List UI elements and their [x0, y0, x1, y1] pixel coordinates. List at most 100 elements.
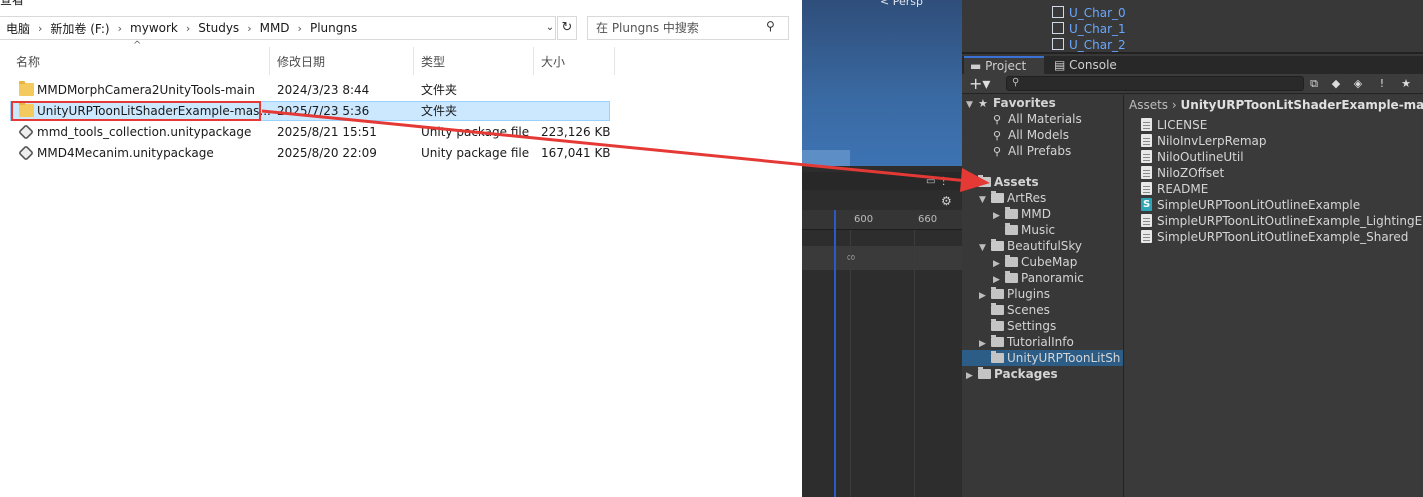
timeline-playhead[interactable]: [834, 210, 836, 497]
column-divider[interactable]: [413, 47, 414, 75]
file-row[interactable]: MMDMorphCamera2UnityTools-main 2024/3/23…: [10, 80, 610, 100]
hierarchy-item[interactable]: U_Char_0: [1052, 5, 1126, 21]
breadcrumb-drive[interactable]: 新加卷 (F:): [44, 20, 115, 37]
tree-all-models[interactable]: ⚲ All Models: [993, 127, 1069, 143]
file-date: 2024/3/23 8:44: [277, 83, 370, 97]
add-create-button[interactable]: +▾: [969, 74, 990, 94]
tree-mmd[interactable]: ▶ MMD: [993, 206, 1051, 222]
unity-package-icon: [18, 124, 34, 140]
chevron-right-icon: ›: [247, 21, 252, 35]
collapse-arrow-icon[interactable]: ▶: [993, 208, 1005, 224]
project-search-input[interactable]: [1006, 76, 1304, 91]
favorite-star-icon[interactable]: ★: [1398, 76, 1414, 92]
text-file-icon: [1141, 118, 1152, 131]
asset-item[interactable]: README: [1141, 181, 1208, 197]
asset-item[interactable]: S SimpleURPToonLitOutlineExample: [1141, 197, 1360, 213]
column-divider[interactable]: [533, 47, 534, 75]
grid-line: [850, 230, 851, 497]
column-header-size[interactable]: 大小: [541, 52, 565, 72]
tree-favorites[interactable]: ▼ ★ Favorites: [966, 95, 1056, 111]
screenshot-root: 查看 电脑 › 新加卷 (F:) › mywork › Studys › MMD…: [0, 0, 1423, 497]
tab-project[interactable]: ▬ Project: [964, 56, 1044, 74]
column-divider[interactable]: [614, 47, 615, 75]
breadcrumb-current-folder[interactable]: UnityURPToonLitShaderExample-master: [1181, 98, 1423, 112]
tree-music[interactable]: Music: [1005, 222, 1055, 238]
chevron-right-icon: ›: [185, 21, 191, 35]
hierarchy-item[interactable]: U_Char_2: [1052, 37, 1126, 53]
column-divider[interactable]: [269, 47, 270, 75]
tree-beautifulsky[interactable]: ▼ BeautifulSky: [979, 238, 1082, 254]
breadcrumb-pc[interactable]: 电脑: [0, 20, 36, 37]
expand-arrow-icon[interactable]: ▼: [979, 192, 991, 208]
tree-all-prefabs[interactable]: ⚲ All Prefabs: [993, 143, 1071, 159]
search-by-type-icon[interactable]: ⧉: [1306, 76, 1322, 92]
file-name: MMDMorphCamera2UnityTools-main: [37, 83, 255, 97]
tab-console[interactable]: ▤ Console: [1048, 56, 1128, 74]
hierarchy-item[interactable]: U_Char_1: [1052, 21, 1126, 37]
menu-view-cut[interactable]: 查看: [0, 0, 24, 8]
folder-open-icon: [991, 191, 1004, 203]
collapse-arrow-icon[interactable]: ▶: [966, 368, 978, 384]
warning-icon[interactable]: !: [1374, 76, 1390, 92]
sort-ascending-icon: ^: [133, 40, 142, 51]
tree-artres[interactable]: ▼ ArtRes: [979, 190, 1046, 206]
file-date: 2025/8/20 22:09: [277, 146, 377, 160]
refresh-icon[interactable]: ↻: [557, 16, 577, 40]
address-bar[interactable]: 电脑 › 新加卷 (F:) › mywork › Studys › MMD › …: [0, 16, 556, 40]
text-file-icon: [1141, 134, 1152, 147]
timeline-ruler[interactable]: [802, 210, 962, 230]
tree-packages[interactable]: ▶ Packages: [966, 366, 1058, 382]
tree-selected-folder[interactable]: UnityURPToonLitSh: [962, 350, 1123, 366]
address-dropdown-icon[interactable]: ⌄: [543, 18, 557, 38]
column-header-name[interactable]: 名称: [16, 52, 40, 72]
breadcrumb-studys[interactable]: Studys: [192, 21, 245, 35]
tree-all-materials[interactable]: ⚲ All Materials: [993, 111, 1082, 127]
expand-arrow-icon[interactable]: ▼: [966, 176, 978, 192]
scene-view[interactable]: < Persp: [802, 0, 962, 166]
asset-item[interactable]: NiloOutlineUtil: [1141, 149, 1244, 165]
asset-item[interactable]: NiloInvLerpRemap: [1141, 133, 1266, 149]
project-toolbar: +▾ ⚲ ⧉ ◆ ◈ ! ★: [962, 74, 1423, 94]
file-row[interactable]: mmd_tools_collection.unitypackage 2025/8…: [10, 122, 611, 142]
breadcrumb-mywork[interactable]: mywork: [124, 21, 184, 35]
tree-settings[interactable]: Settings: [991, 318, 1056, 334]
search-input[interactable]: 在 Plungns 中搜索: [587, 16, 789, 40]
folder-icon: [1005, 223, 1018, 235]
tree-panoramic[interactable]: ▶ Panoramic: [993, 270, 1084, 286]
label-tag-icon[interactable]: ◈: [1350, 76, 1366, 92]
breadcrumb-assets[interactable]: Assets: [1129, 98, 1168, 112]
file-row[interactable]: MMD4Mecanim.unitypackage 2025/8/20 22:09…: [10, 143, 611, 163]
folder-icon: [991, 287, 1004, 299]
asset-item[interactable]: SimpleURPToonLitOutlineExample_Shared: [1141, 229, 1408, 245]
search-icon[interactable]: ⚲: [766, 19, 782, 35]
expand-arrow-icon[interactable]: ▼: [966, 97, 978, 113]
asset-item[interactable]: SimpleURPToonLitOutlineExample_LightingE…: [1141, 213, 1423, 229]
tree-scenes[interactable]: Scenes: [991, 302, 1050, 318]
asset-item[interactable]: LICENSE: [1141, 117, 1207, 133]
text-file-icon: [1141, 230, 1152, 243]
column-header-date[interactable]: 修改日期: [277, 52, 325, 72]
tree-assets[interactable]: ▼ Assets: [966, 174, 1039, 190]
tree-cubemap[interactable]: ▶ CubeMap: [993, 254, 1077, 270]
tree-plugins[interactable]: ▶ Plugins: [979, 286, 1050, 302]
gameobject-icon: [1052, 22, 1064, 34]
tree-tutorialinfo[interactable]: ▶ TutorialInfo: [979, 334, 1074, 350]
timeline-panel[interactable]: ▭ ⋮ ⚙ 600 660 ∞: [802, 166, 962, 497]
infinity-icon: ∞: [846, 250, 856, 264]
chevron-right-icon: ›: [38, 21, 43, 35]
gear-icon[interactable]: ⚙: [941, 194, 952, 208]
column-header-type[interactable]: 类型: [421, 52, 445, 72]
chevron-right-icon: ›: [117, 21, 123, 35]
collapse-arrow-icon[interactable]: ▶: [979, 288, 991, 304]
asset-item[interactable]: NiloZOffset: [1141, 165, 1224, 181]
folder-icon: [991, 303, 1004, 315]
folder-icon: [1005, 207, 1018, 219]
breadcrumb-plungns[interactable]: Plungns: [304, 21, 363, 35]
window-menu-icon[interactable]: ▭ ⋮: [926, 176, 949, 187]
persp-label[interactable]: < Persp: [880, 0, 923, 8]
timeline-track[interactable]: [802, 246, 962, 270]
filter-by-type-icon[interactable]: ◆: [1328, 76, 1344, 92]
breadcrumb-mmd[interactable]: MMD: [254, 21, 296, 35]
expand-arrow-icon[interactable]: ▼: [979, 240, 991, 256]
gameobject-icon: [1052, 38, 1064, 50]
